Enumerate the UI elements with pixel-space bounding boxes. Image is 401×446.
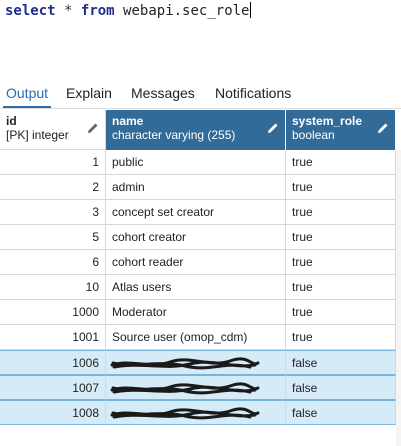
pencil-icon[interactable] (87, 122, 99, 134)
column-type: [PK] integer (6, 128, 69, 142)
table-row[interactable]: 3 concept set creator true (0, 200, 396, 225)
cell-system-role[interactable]: true (286, 200, 396, 225)
result-tabs: Output Explain Messages Notifications (0, 80, 401, 109)
cell-name[interactable] (106, 375, 286, 400)
cell-system-role[interactable]: true (286, 300, 396, 325)
tab-explain[interactable]: Explain (63, 84, 115, 106)
keyword-select: select (5, 3, 56, 19)
table-row[interactable]: 1007 false (0, 375, 396, 400)
column-header-id[interactable]: id [PK] integer (0, 110, 106, 150)
cell-id[interactable]: 5 (0, 225, 106, 250)
cell-id[interactable]: 1007 (0, 375, 106, 400)
select-star: * (64, 3, 73, 19)
table-identifier: webapi.sec_role (123, 3, 250, 19)
cell-system-role[interactable]: false (286, 375, 396, 400)
cell-system-role[interactable]: true (286, 225, 396, 250)
cell-id[interactable]: 1 (0, 150, 106, 175)
table-row[interactable]: 2 admin true (0, 175, 396, 200)
cell-name[interactable]: Atlas users (106, 275, 286, 300)
table-row[interactable]: 1008 false (0, 400, 396, 425)
cell-name[interactable]: Moderator (106, 300, 286, 325)
column-name: name (112, 114, 144, 128)
tab-output[interactable]: Output (3, 84, 52, 108)
column-type: character varying (255) (112, 128, 236, 142)
cell-name[interactable]: Source user (omop_cdm) (106, 325, 286, 350)
redaction-scribble (110, 357, 260, 370)
vertical-scrollbar[interactable] (396, 150, 401, 446)
table-row[interactable]: 1000 Moderator true (0, 300, 396, 325)
table-row[interactable]: 5 cohort creator true (0, 225, 396, 250)
cell-name[interactable]: concept set creator (106, 200, 286, 225)
tab-notifications[interactable]: Notifications (212, 84, 294, 106)
cell-id[interactable]: 1006 (0, 350, 106, 375)
cell-system-role[interactable]: false (286, 350, 396, 375)
column-header-name[interactable]: name character varying (255) (106, 110, 286, 150)
table-row[interactable]: 6 cohort reader true (0, 250, 396, 275)
results-grid: id [PK] integer name character varying (… (0, 110, 401, 446)
column-type: boolean (292, 128, 335, 142)
redaction-scribble (110, 407, 260, 420)
tab-messages[interactable]: Messages (128, 84, 198, 106)
column-name: system_role (292, 114, 363, 128)
table-row[interactable]: 1 public true (0, 150, 396, 175)
cell-id[interactable]: 1000 (0, 300, 106, 325)
cell-name[interactable]: cohort reader (106, 250, 286, 275)
cell-name[interactable]: admin (106, 175, 286, 200)
cell-id[interactable]: 1008 (0, 400, 106, 425)
keyword-from: from (80, 3, 115, 19)
cell-name[interactable]: public (106, 150, 286, 175)
table-row[interactable]: 1006 false (0, 350, 396, 375)
cell-id[interactable]: 3 (0, 200, 106, 225)
cell-name[interactable] (106, 350, 286, 375)
pencil-icon[interactable] (267, 122, 279, 134)
table-row[interactable]: 1001 Source user (omop_cdm) true (0, 325, 396, 350)
cell-system-role[interactable]: true (286, 175, 396, 200)
sql-editor[interactable]: select * from webapi.sec_role (0, 0, 401, 80)
cell-system-role[interactable]: false (286, 400, 396, 425)
cell-system-role[interactable]: true (286, 150, 396, 175)
cell-system-role[interactable]: true (286, 250, 396, 275)
column-name: id (6, 114, 17, 128)
column-header-system-role[interactable]: system_role boolean (286, 110, 396, 150)
cell-id[interactable]: 2 (0, 175, 106, 200)
table-row[interactable]: 10 Atlas users true (0, 275, 396, 300)
text-cursor (250, 2, 252, 18)
cell-id[interactable]: 10 (0, 275, 106, 300)
cell-system-role[interactable]: true (286, 275, 396, 300)
cell-name[interactable]: cohort creator (106, 225, 286, 250)
sql-query-line[interactable]: select * from webapi.sec_role (5, 2, 252, 20)
cell-name[interactable] (106, 400, 286, 425)
cell-system-role[interactable]: true (286, 325, 396, 350)
cell-id[interactable]: 6 (0, 250, 106, 275)
redaction-scribble (110, 382, 260, 395)
pencil-icon[interactable] (377, 122, 389, 134)
cell-id[interactable]: 1001 (0, 325, 106, 350)
